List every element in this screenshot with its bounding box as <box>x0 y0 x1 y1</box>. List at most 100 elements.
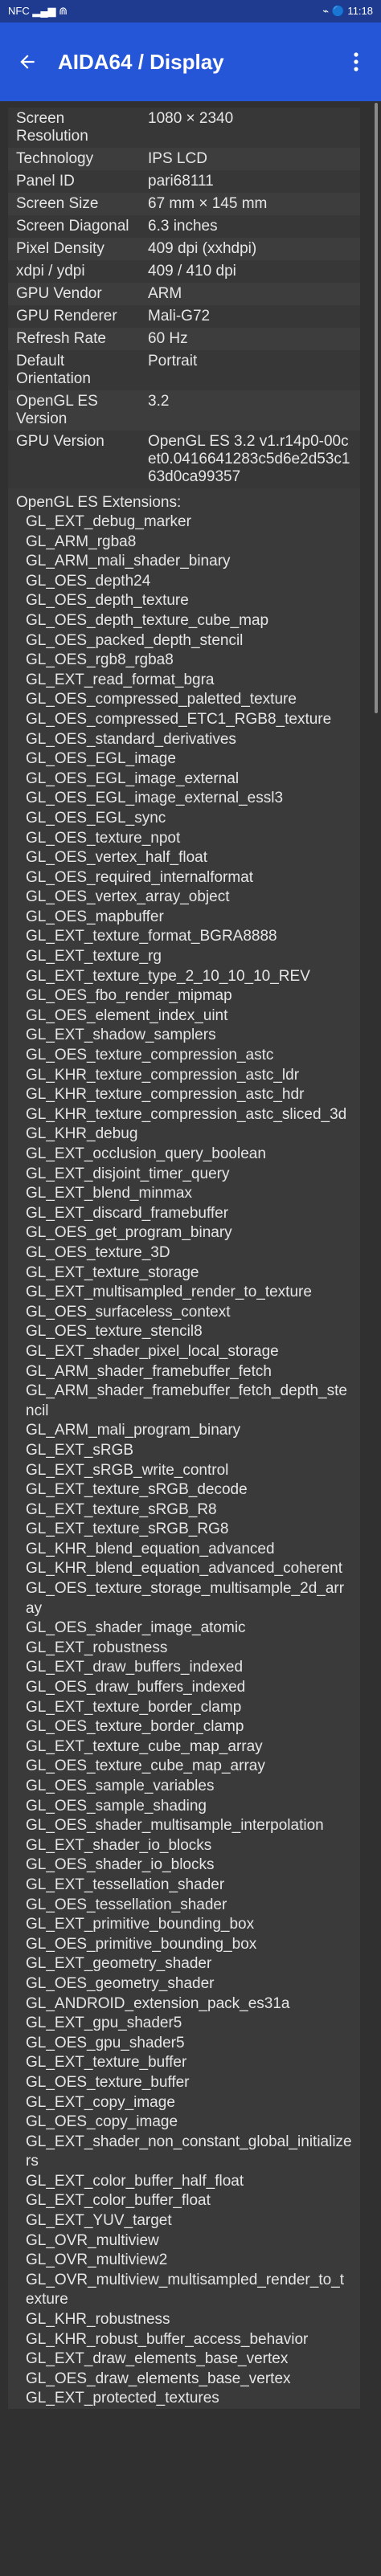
extension-item: GL_EXT_robustness <box>26 1639 168 1656</box>
extension-item: GL_KHR_texture_compression_astc_ldr <box>26 1066 300 1084</box>
extension-item: GL_EXT_shader_non_constant_global_initia… <box>26 2133 352 2170</box>
status-right: ⌁ 🔵 11:18 <box>322 5 373 17</box>
page-title: AIDA64 / Display <box>58 49 224 74</box>
extension-item: GL_EXT_shadow_samplers <box>26 1027 216 1044</box>
extension-item: GL_EXT_sRGB_write_control <box>26 1461 229 1479</box>
extension-item: GL_KHR_debug <box>26 1125 138 1143</box>
property-value: 60 Hz <box>148 330 188 347</box>
extension-item: GL_KHR_blend_equation_advanced <box>26 1540 275 1557</box>
property-row: Default Orientation Portrait <box>8 350 360 390</box>
extension-item: GL_EXT_disjoint_timer_query <box>26 1165 230 1182</box>
property-label: Panel ID <box>16 173 75 190</box>
property-label: xdpi / ydpi <box>16 263 85 280</box>
property-label: GPU Renderer <box>16 308 117 325</box>
extension-item: GL_KHR_robustness <box>26 2311 170 2329</box>
extension-item: GL_OES_texture_stencil8 <box>26 1323 203 1341</box>
extension-item: GL_EXT_texture_cube_map_array <box>26 1737 263 1755</box>
back-arrow-icon[interactable] <box>13 47 42 76</box>
property-label: Screen Resolution <box>16 110 88 145</box>
property-value: 1080 × 2340 <box>148 110 234 127</box>
extension-item: GL_EXT_multisampled_render_to_texture <box>26 1284 312 1301</box>
property-label: Screen Diagonal <box>16 218 129 235</box>
extension-item: GL_EXT_read_format_bgra <box>26 671 215 688</box>
extension-item: GL_OES_standard_derivatives <box>26 730 236 748</box>
property-value: 3.2 <box>148 393 170 410</box>
extension-item: GL_ARM_shader_framebuffer_fetch_depth_st… <box>26 1382 347 1419</box>
extension-item: GL_KHR_robust_buffer_access_behavior <box>26 2330 309 2348</box>
extension-item: GL_EXT_discard_framebuffer <box>26 1204 229 1222</box>
property-row: Technology IPS LCD <box>8 148 360 170</box>
property-value: IPS LCD <box>148 150 207 167</box>
property-value: OpenGL ES 3.2 v1.r14p0-00cet0.0416641283… <box>148 433 350 485</box>
extension-item: GL_OES_shader_io_blocks <box>26 1856 215 1874</box>
extension-item: GL_OES_depth24 <box>26 572 151 590</box>
extension-item: GL_OES_tessellation_shader <box>26 1896 227 1913</box>
extension-item: GL_EXT_color_buffer_float <box>26 2192 211 2210</box>
extension-item: GL_EXT_occlusion_query_boolean <box>26 1145 266 1162</box>
extension-item: GL_EXT_YUV_target <box>26 2212 172 2230</box>
extension-item: GL_OES_geometry_shader <box>26 1974 215 1992</box>
extension-item: GL_EXT_texture_sRGB_R8 <box>26 1500 217 1518</box>
extension-item: GL_EXT_texture_format_BGRA8888 <box>26 928 277 945</box>
property-label: GPU Version <box>16 433 104 450</box>
extension-item: GL_ANDROID_extension_pack_es31a <box>26 1994 290 2012</box>
extension-item: GL_EXT_texture_type_2_10_10_10_REV <box>26 967 310 985</box>
property-row: OpenGL ES Version 3.2 <box>8 390 360 431</box>
extension-item: GL_EXT_texture_storage <box>26 1264 199 1281</box>
overflow-menu-icon[interactable] <box>344 51 368 72</box>
extension-item: GL_EXT_blend_minmax <box>26 1185 192 1202</box>
app-bar: AIDA64 / Display <box>0 22 381 101</box>
extension-item: GL_KHR_texture_compression_astc_hdr <box>26 1086 305 1104</box>
extension-item: GL_EXT_color_buffer_half_float <box>26 2172 244 2190</box>
extension-item: GL_EXT_copy_image <box>26 2093 175 2111</box>
extension-item: GL_OES_surfaceless_context <box>26 1303 231 1321</box>
extension-item: GL_OES_texture_3D <box>26 1243 170 1261</box>
extension-item: GL_OES_mapbuffer <box>26 908 164 925</box>
property-value: ARM <box>148 285 182 302</box>
extension-item: GL_EXT_debug_marker <box>26 513 191 530</box>
extension-item: GL_EXT_draw_buffers_indexed <box>26 1659 244 1676</box>
property-row: GPU Renderer Mali-G72 <box>8 305 360 328</box>
property-row: GPU Version OpenGL ES 3.2 v1.r14p0-00cet0… <box>8 431 360 488</box>
property-label: Screen Size <box>16 195 99 212</box>
status-bar: NFC ▂▄▆ ⋒ ⌁ 🔵 11:18 <box>0 0 381 22</box>
property-row: Screen Resolution 1080 × 2340 <box>8 108 360 148</box>
extension-item: GL_OES_sample_variables <box>26 1778 215 1794</box>
extension-item: GL_OES_vertex_array_object <box>26 888 230 906</box>
extension-item: GL_OES_texture_border_clamp <box>26 1718 244 1736</box>
extension-item: GL_EXT_primitive_bounding_box <box>26 1916 255 1933</box>
extension-item: GL_OES_sample_shading <box>26 1797 207 1815</box>
extension-item: GL_OES_primitive_bounding_box <box>26 1935 257 1953</box>
extension-item: GL_OES_texture_npot <box>26 829 181 847</box>
scrollbar[interactable] <box>375 103 378 713</box>
extension-item: GL_ARM_mali_shader_binary <box>26 553 231 570</box>
display-info-content[interactable]: Screen Resolution 1080 × 2340 Technology IP… <box>0 101 381 2576</box>
extension-item: GL_EXT_texture_sRGB_decode <box>26 1481 248 1499</box>
extension-item: GL_OES_shader_image_atomic <box>26 1619 246 1637</box>
extension-item: GL_OES_texture_storage_multisample_2d_ar… <box>26 1580 345 1617</box>
property-label: Default Orientation <box>16 353 91 387</box>
extension-item: GL_OES_rgb8_rgba8 <box>26 651 174 669</box>
extension-item: GL_OES_required_internalformat <box>26 868 254 886</box>
extension-item: GL_KHR_texture_compression_astc_sliced_3… <box>26 1105 347 1123</box>
property-value: pari68111 <box>148 173 214 190</box>
extensions-list: GL_EXT_debug_marker GL_ARM_rgba8 GL_ARM_ma… <box>8 512 360 2409</box>
extension-item: GL_OES_packed_depth_stencil <box>26 631 244 649</box>
extension-item: GL_OES_draw_buffers_indexed <box>26 1679 246 1696</box>
extension-item: GL_OES_EGL_image_external_essl3 <box>26 790 284 807</box>
extension-item: GL_ARM_rgba8 <box>26 533 137 550</box>
property-row: GPU Vendor ARM <box>8 283 360 305</box>
extension-item: GL_OES_compressed_paletted_texture <box>26 691 297 708</box>
extension-item: GL_OES_draw_elements_base_vertex <box>26 2370 291 2387</box>
extension-item: GL_OVR_multiview2 <box>26 2251 168 2269</box>
extension-item: GL_EXT_tessellation_shader <box>26 1876 225 1893</box>
property-value: 6.3 inches <box>148 218 218 235</box>
extension-item: GL_EXT_shader_io_blocks <box>26 1836 212 1854</box>
property-value: 409 dpi (xxhdpi) <box>148 240 257 257</box>
property-row: Screen Diagonal 6.3 inches <box>8 215 360 238</box>
property-value: Mali-G72 <box>148 308 211 325</box>
extension-item: GL_EXT_texture_rg <box>26 948 162 965</box>
property-row: xdpi / ydpi 409 / 410 dpi <box>8 260 360 283</box>
extension-item: GL_OES_element_index_uint <box>26 1006 228 1024</box>
property-row: Screen Size 67 mm × 145 mm <box>8 193 360 215</box>
